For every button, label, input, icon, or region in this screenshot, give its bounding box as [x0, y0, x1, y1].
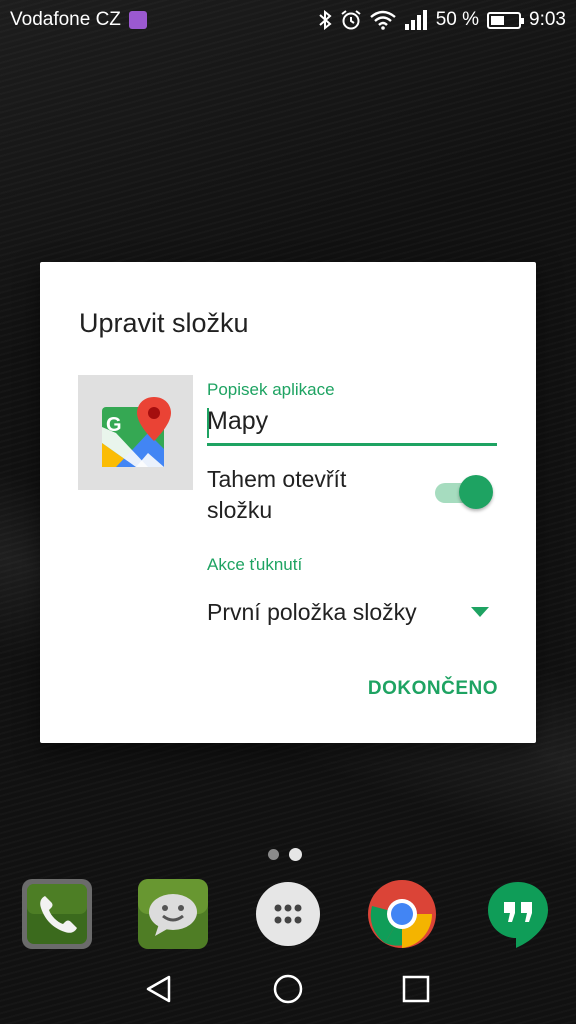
phone-app[interactable]: [21, 878, 93, 950]
back-button[interactable]: [134, 964, 184, 1014]
chrome-icon: [368, 880, 436, 948]
google-maps-icon: G: [101, 396, 171, 467]
tap-action-caption: Akce ťuknutí: [207, 555, 303, 574]
page-indicator: [268, 848, 302, 861]
back-icon: [146, 975, 171, 1003]
home-icon: [273, 974, 303, 1004]
done-button[interactable]: DOKONČENO: [368, 678, 498, 700]
svg-text:G: G: [106, 414, 122, 436]
dock: [0, 878, 576, 953]
edit-folder-dialog: Upravit složku G Popisek aplikace Tahem …: [40, 262, 536, 743]
app-drawer-icon: [256, 882, 320, 946]
page-dot-active: [289, 848, 302, 861]
recents-icon: [402, 975, 430, 1003]
tap-action-dropdown[interactable]: První položka složky: [207, 592, 497, 632]
messages-app[interactable]: [137, 878, 209, 950]
hangouts-app[interactable]: [482, 878, 554, 950]
swipe-open-label: Tahem otevřít složku: [207, 466, 347, 523]
swipe-open-switch[interactable]: [435, 474, 495, 510]
chrome-app[interactable]: [366, 878, 438, 950]
text-cursor: [207, 408, 209, 438]
app-drawer[interactable]: [252, 878, 324, 950]
home-button[interactable]: [263, 964, 313, 1014]
app-label-caption: Popisek aplikace: [207, 380, 335, 399]
dialog-title: Upravit složku: [79, 308, 249, 338]
navigation-bar: [0, 954, 576, 1024]
tap-action-value: První položka složky: [207, 598, 417, 625]
messages-icon: [138, 879, 208, 949]
app-label-input[interactable]: [207, 402, 497, 446]
dropdown-arrow-icon: [471, 607, 489, 617]
switch-thumb: [459, 475, 493, 509]
app-icon-tile[interactable]: G: [78, 375, 193, 490]
recents-button[interactable]: [391, 964, 441, 1014]
hangouts-icon: [488, 882, 548, 948]
page-dot: [268, 849, 279, 860]
phone-icon: [22, 879, 92, 949]
